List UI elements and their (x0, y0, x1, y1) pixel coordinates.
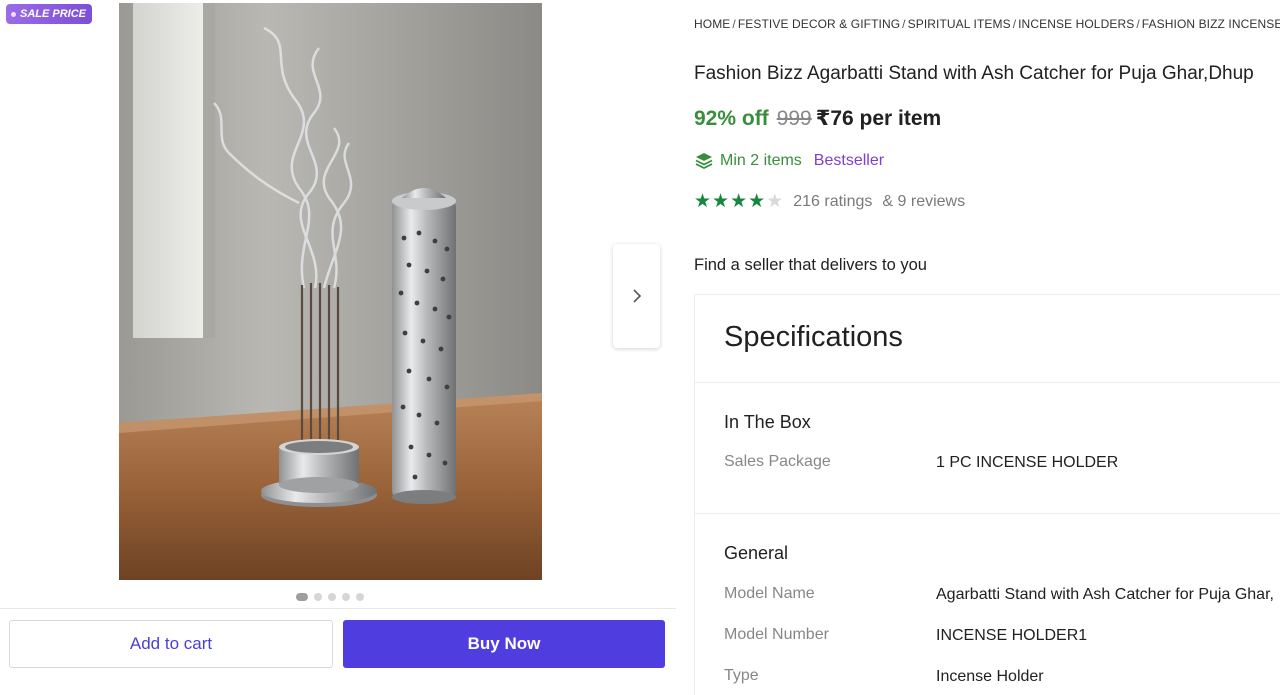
spec-section-in-the-box: In The Box Sales Package 1 PC INCENSE HO… (695, 383, 1280, 514)
breadcrumb-item[interactable]: FESTIVE DECOR & GIFTING (738, 17, 900, 31)
next-image-button[interactable] (613, 244, 660, 348)
badge-dot-icon (11, 11, 16, 17)
gallery-dot[interactable] (314, 593, 322, 601)
rating-stars: ★ ★ ★ ★ ★ (694, 192, 783, 211)
breadcrumb-item[interactable]: FASHION BIZZ INCENSE H (1142, 17, 1280, 31)
gallery-dot[interactable] (342, 593, 350, 601)
sale-price-badge: SALE PRICE (6, 4, 93, 24)
ratings-count: 216 ratings (793, 192, 873, 210)
star-icon: ★ (748, 191, 766, 212)
product-details-panel: HOME / FESTIVE DECOR & GIFTING / SPIRITUAL I… (694, 0, 1280, 695)
breadcrumb-item[interactable]: SPIRITUAL ITEMS (908, 17, 1011, 31)
reviews-count: & 9 reviews (882, 192, 966, 210)
breadcrumb-item[interactable]: HOME (694, 17, 730, 31)
selling-price: ₹76 per item (815, 107, 942, 130)
original-price: 999 (776, 107, 812, 130)
gallery-dot[interactable] (296, 593, 308, 601)
spec-section-title: In The Box (724, 412, 811, 432)
chevron-right-icon (632, 289, 641, 303)
spec-value: 1 PC INCENSE HOLDER (936, 454, 1119, 471)
specifications-panel: Specifications In The Box Sales Package … (694, 294, 1280, 695)
purchase-action-bar: Add to cart Buy Now (0, 608, 676, 695)
spec-value: INCENSE HOLDER1 (936, 627, 1088, 644)
rating-row[interactable]: ★ ★ ★ ★ ★ 216 ratings & 9 reviews (694, 192, 965, 211)
breadcrumb: HOME / FESTIVE DECOR & GIFTING / SPIRITUAL I… (694, 17, 1280, 31)
bestseller-tag: Bestseller (813, 152, 885, 169)
price-row: 92% off 999 ₹76 per item (694, 106, 941, 131)
spec-section-general: General Model Name Agarbatti Stand with … (695, 514, 1280, 695)
gallery-dot[interactable] (356, 593, 364, 601)
star-icon: ★ (712, 191, 730, 212)
min-items-label: Min 2 items (720, 152, 802, 169)
spec-section-title: General (724, 543, 789, 563)
layers-icon (695, 153, 713, 170)
product-image[interactable] (119, 3, 542, 580)
spec-label: Model Name (724, 585, 815, 602)
spec-label: Type (724, 667, 759, 684)
discount-percent: 92% off (694, 107, 769, 130)
spec-value: Agarbatti Stand with Ash Catcher for Puj… (936, 586, 1274, 603)
product-title: Fashion Bizz Agarbatti Stand with Ash Ca… (694, 63, 1254, 84)
breadcrumb-item[interactable]: INCENSE HOLDERS (1018, 17, 1134, 31)
sale-price-label: SALE PRICE (20, 8, 87, 20)
spec-label: Model Number (724, 626, 829, 643)
min-quantity-row: Min 2 items Bestseller (694, 151, 884, 171)
specifications-title: Specifications (724, 321, 903, 353)
spec-label: Sales Package (724, 453, 831, 470)
star-icon: ★ (694, 191, 712, 212)
star-icon: ★ (766, 191, 784, 212)
add-to-cart-button[interactable]: Add to cart (9, 620, 333, 668)
incense-holder-photo (119, 3, 542, 580)
buy-now-button[interactable]: Buy Now (343, 620, 665, 668)
star-icon: ★ (730, 191, 748, 212)
gallery-dot[interactable] (328, 593, 336, 601)
spec-value: Incense Holder (936, 668, 1044, 685)
product-gallery-panel: SALE PRICE Add to cart Buy Now (0, 0, 680, 695)
gallery-pagination (296, 593, 364, 601)
specifications-header: Specifications (695, 295, 1280, 383)
seller-delivery-prompt[interactable]: Find a seller that delivers to you (694, 256, 927, 275)
